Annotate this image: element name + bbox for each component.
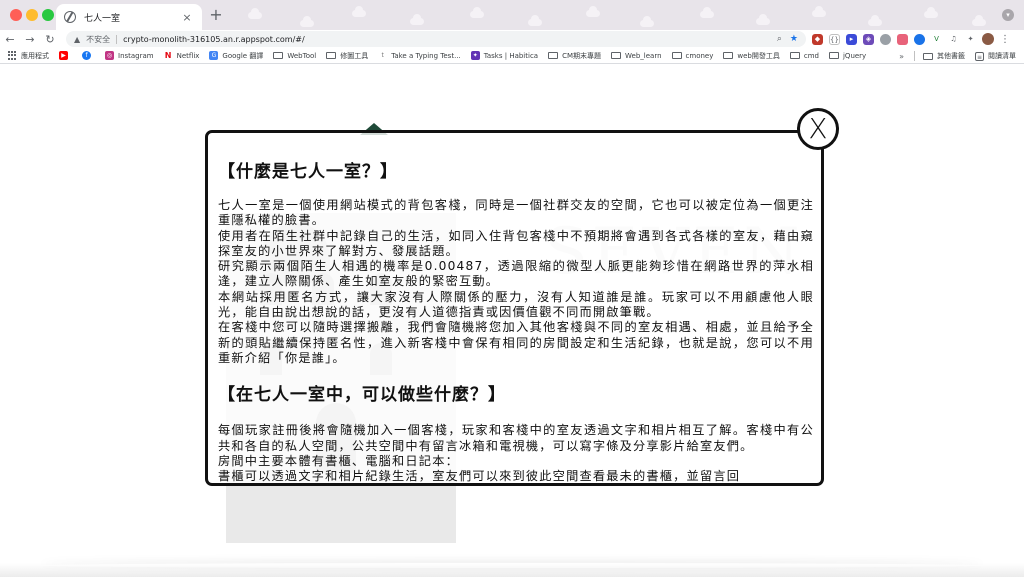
profile-avatar[interactable] [982,33,994,45]
apps-grid-icon [8,51,17,60]
folder-icon [723,52,734,59]
bookmark-photo-tools[interactable]: 修圖工具 [326,51,368,61]
tab-title: 七人一室 [84,13,121,24]
bookmark-jquery[interactable]: jQuery [828,52,866,60]
url-text[interactable]: crypto-monolith-316105.an.r.appspot.com/… [123,35,769,44]
address-bar[interactable]: ▲ 不安全 crypto-monolith-316105.an.r.appspo… [66,31,806,47]
intro-paragraph: 七人一室是一個使用網站模式的背包客棧，同時是一個社群交友的空間，它也可以被定位為… [218,198,814,228]
instagram-icon: ◎ [105,51,114,60]
folder-icon [923,52,933,60]
tab-bar: 七人一室 × + ▾ [0,0,1024,30]
blue-extension-icon[interactable] [914,33,925,45]
bookmarks-separator [914,51,915,61]
window-minimize-button[interactable] [26,9,38,21]
new-tab-button[interactable]: + [208,7,224,23]
feature-paragraph: 書櫃可以透過文字和相片紀錄生活，室友們可以來到彼此空間查看最未的書櫃，並留言回 [218,469,741,483]
bookmark-netflix[interactable]: N Netflix [163,51,199,60]
pink-extension-icon[interactable] [897,33,908,45]
extensions-row: ◆ {} ▸ ◈ V ♫ ✦ ⋮ [812,33,1010,45]
facebook-icon: f [82,51,91,60]
bookmark-habitica[interactable]: ✦ Tasks | Habitica [470,51,538,60]
gray-extension-icon[interactable] [880,33,891,45]
bookmark-web-dev-tools[interactable]: web開發工具 [723,51,780,61]
bookmarks-more-button[interactable]: » [899,52,904,61]
bookmark-typing-test[interactable]: t Take a Typing Test... [378,51,461,60]
bookmark-apps[interactable]: 應用程式 [8,51,49,61]
bookmarks-bar-right: » 其他書籤 ≡ 閱讀清單 [899,48,1016,64]
dialog-scroll-area[interactable]: 【什麼是七人一室？】 七人一室是一個使用網站模式的背包客棧，同時是一個社群交友的… [218,157,814,483]
bookmark-webtool[interactable]: WebTool [273,52,316,60]
browser-menu-icon[interactable]: ⋮ [1000,34,1010,45]
window-maximize-button[interactable] [42,9,54,21]
section-heading-what-to-do: 【在七人一室中，可以做些什麼？】 [218,385,506,406]
reload-button[interactable]: ↻ [40,33,60,46]
folder-icon [671,52,682,59]
vue-extension-icon[interactable]: V [931,33,942,45]
bookmark-facebook[interactable]: f [82,51,95,60]
typing-icon: t [378,51,388,60]
folder-icon [326,52,337,59]
globe-icon [64,11,76,23]
bookmark-star-icon[interactable]: ★ [790,34,798,44]
intro-dialog: 【什麼是七人一室？】 七人一室是一個使用網站模式的背包客棧，同時是一個社群交友的… [205,130,824,486]
page-bottom-shadow [0,563,1024,577]
intro-paragraph: 研究顯示兩個陌生人相遇的機率是0.00487，透過限縮的微型人脈更能夠珍惜在網路… [218,259,814,289]
bookmark-instagram[interactable]: ◎ Instagram [105,51,154,60]
window-close-button[interactable] [10,9,22,21]
bookmark-web-learn[interactable]: Web_learn [611,52,662,60]
reading-list-button[interactable]: ≡ 閱讀清單 [975,51,1016,61]
ublock-extension-icon[interactable]: ◆ [812,33,823,45]
folder-icon [273,52,284,59]
warning-icon[interactable]: ▲ [74,35,80,44]
bookmark-youtube[interactable]: ▶ [59,51,72,60]
active-tab[interactable]: 七人一室 × [56,4,202,30]
bookmark-other[interactable]: 其他書籤 [923,51,965,61]
bookmark-cm-final[interactable]: CM期末專題 [548,51,601,61]
section-heading-what-is: 【什麼是七人一室？】 [218,162,398,182]
youtube-icon: ▶ [59,51,68,60]
omnibox-divider [116,34,118,44]
close-icon: X [808,112,828,145]
json-extension-icon[interactable]: {} [829,33,840,45]
purple-extension-icon[interactable]: ◈ [863,33,874,45]
folder-icon [611,52,622,59]
feature-paragraph: 每個玩家註冊後將會隨機加入一個客棧，玩家和客棧中的室友透過文字和相片相互了解。客… [218,423,814,453]
puzzle-extension-icon[interactable]: ✦ [965,33,976,45]
intro-paragraph: 使用者在陌生社群中記錄自己的生活，如同入住背包客棧中不預期將會遇到各式各樣的室友… [218,228,814,258]
arrow-extension-icon[interactable]: ▸ [846,33,857,45]
security-label[interactable]: 不安全 [86,34,110,45]
zoom-search-icon[interactable]: ⌕ [777,34,782,44]
reading-list-icon: ≡ [975,51,984,61]
feature-paragraph: 房間中主要本體有書櫃、電腦和日記本： [218,453,459,468]
folder-icon [548,52,559,59]
dialog-close-button[interactable]: X [797,108,839,150]
netflix-icon: N [163,51,173,60]
bookmark-cmd[interactable]: cmd [789,52,819,60]
translate-icon: G [209,51,219,60]
bookmarks-bar: 應用程式 ▶ f ◎ Instagram N Netflix G Google … [0,48,1024,64]
bookmark-google-translate[interactable]: G Google 翻譯 [209,51,263,61]
back-button[interactable]: ← [0,33,20,46]
music-extension-icon[interactable]: ♫ [948,33,959,45]
tab-search-icon[interactable]: ▾ [1002,9,1014,21]
bookmark-cmoney[interactable]: cmoney [671,52,713,60]
intro-paragraph: 本網站採用匿名方式，讓大家沒有人際關係的壓力，沒有人知道誰是誰。玩家可以不用顧慮… [218,289,814,320]
folder-icon [828,52,839,59]
habitica-icon: ✦ [470,51,480,60]
tab-close-icon[interactable]: × [180,11,194,24]
forward-button[interactable]: → [20,33,40,46]
intro-paragraph: 在客棧中您可以隨時選擇搬離，我們會隨機將您加入其他客棧與不同的室友相遇、相處，並… [218,320,814,365]
browser-toolbar: ← → ↻ ▲ 不安全 crypto-monolith-316105.an.r.… [0,30,1024,48]
page-viewport: SEVEN 【什麼是七人一室？】 七人一室是一個使用網站模式的背包客棧，同時是一… [0,65,1024,577]
folder-icon [789,52,800,59]
